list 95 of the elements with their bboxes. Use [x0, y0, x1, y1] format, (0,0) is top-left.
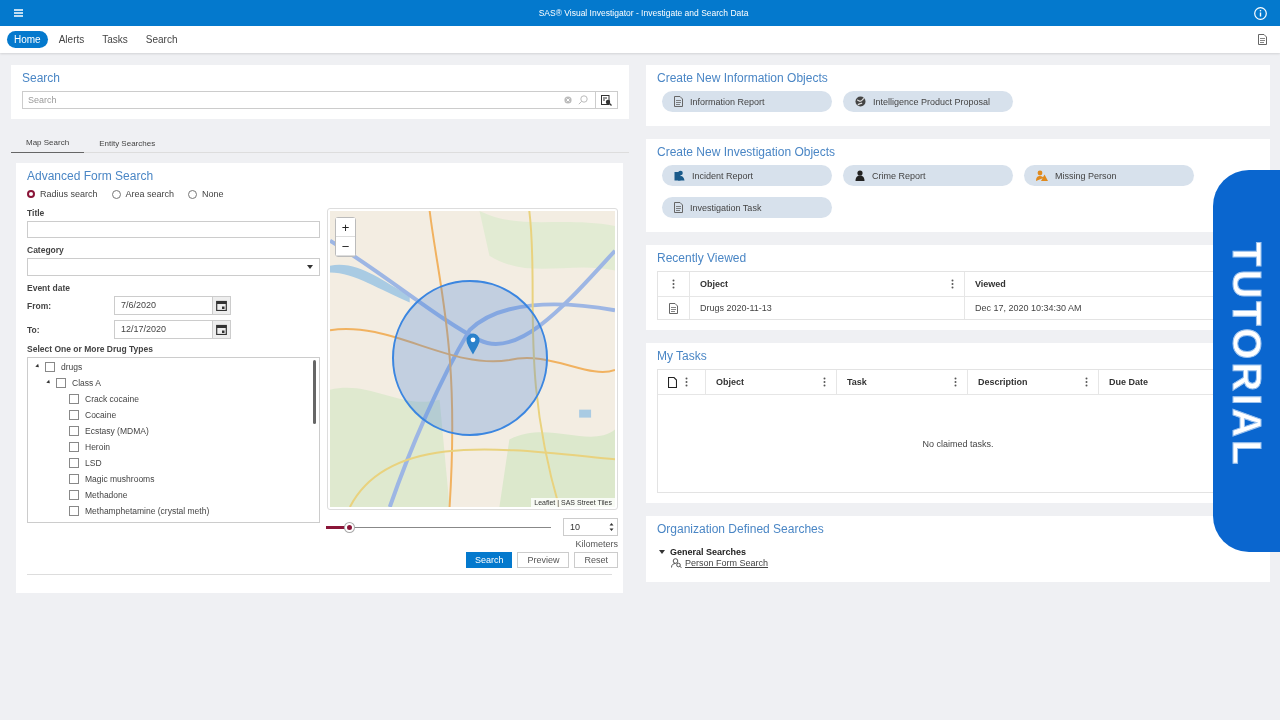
tree-item[interactable]: Cocaine: [85, 410, 117, 420]
incident-report-icon: [674, 170, 685, 181]
map-pin-icon[interactable]: [466, 333, 480, 355]
field-label: Select One or More Drug Types: [27, 344, 154, 354]
document-icon: [674, 202, 683, 213]
globe-icon: [855, 96, 866, 107]
column-header[interactable]: Due Date: [1109, 377, 1148, 387]
checkbox[interactable]: [56, 378, 66, 388]
checkbox[interactable]: [69, 474, 79, 484]
form-button[interactable]: Reset: [574, 552, 618, 568]
column-header[interactable]: Task: [847, 377, 867, 387]
menu-icon[interactable]: [14, 9, 23, 17]
create-object-button[interactable]: Intelligence Product Proposal: [843, 91, 1013, 112]
create-object-button[interactable]: Incident Report: [662, 165, 832, 186]
tree-item[interactable]: Methamphetamine (crystal meth): [85, 506, 210, 516]
document-icon: [668, 376, 677, 388]
checkbox[interactable]: [69, 426, 79, 436]
field-label: Title: [27, 208, 46, 218]
panel-title: Create New Information Objects: [657, 71, 829, 85]
tree-item[interactable]: drugs: [61, 362, 83, 372]
panel-title: Create New Investigation Objects: [657, 145, 837, 159]
panel-title: Organization Defined Searches: [657, 522, 825, 536]
info-icon[interactable]: [1254, 6, 1267, 20]
radius-field[interactable]: 10: [563, 518, 618, 536]
calendar-icon[interactable]: [216, 300, 227, 311]
column-header[interactable]: Object: [700, 279, 728, 289]
column-menu-icon[interactable]: [823, 377, 826, 387]
panel-title: Search: [22, 71, 62, 85]
document-icon: [1258, 34, 1267, 45]
tree-item[interactable]: Crack cocaine: [85, 394, 139, 404]
person-search-icon: [671, 558, 682, 568]
nav-tab[interactable]: Search: [138, 31, 185, 48]
checkbox[interactable]: [69, 490, 79, 500]
field-label: To:: [27, 324, 41, 335]
scrollbar[interactable]: [313, 360, 316, 424]
checkbox[interactable]: [45, 362, 55, 372]
zoom-in-button[interactable]: +: [336, 218, 355, 237]
search-tab[interactable]: Map Search: [11, 134, 85, 153]
missing-person-icon: [1036, 170, 1048, 181]
title-field[interactable]: [27, 221, 320, 238]
column-menu-icon[interactable]: [685, 377, 688, 387]
field-label: From:: [27, 300, 53, 311]
nav-tab[interactable]: Tasks: [95, 31, 135, 48]
column-header[interactable]: Viewed: [975, 279, 1006, 289]
column-menu-icon[interactable]: [954, 377, 957, 387]
panel-title: Recently Viewed: [657, 251, 748, 265]
form-button[interactable]: Preview: [517, 552, 570, 568]
search-link[interactable]: Person Form Search: [685, 558, 769, 568]
checkbox[interactable]: [69, 410, 79, 420]
nav-tab[interactable]: Home: [7, 31, 48, 48]
person-icon: [855, 170, 865, 181]
tree-item[interactable]: LSD: [85, 458, 102, 468]
empty-message: No claimed tasks.: [922, 438, 994, 449]
column-menu-icon[interactable]: [672, 279, 675, 289]
tree-item[interactable]: Ecstasy (MDMA): [85, 426, 149, 436]
radio-option[interactable]: Radius search: [27, 189, 98, 199]
panel-title: My Tasks: [657, 349, 708, 363]
table-cell: Dec 17, 2020 10:34:30 AM: [975, 303, 1082, 313]
spinner-icon[interactable]: [609, 522, 614, 532]
document-icon: [669, 302, 678, 314]
table-cell[interactable]: Drugs 2020-11-13: [700, 303, 772, 313]
date-field[interactable]: 7/6/2020: [114, 296, 231, 315]
form-button[interactable]: Search: [465, 552, 513, 568]
tree-item[interactable]: Methadone: [85, 490, 128, 500]
calendar-icon[interactable]: [216, 324, 227, 335]
advanced-search-icon[interactable]: [601, 94, 612, 106]
panel-title: Advanced Form Search: [27, 169, 155, 183]
radio-option[interactable]: None: [188, 189, 224, 199]
field-label: Event date: [27, 283, 71, 293]
date-field[interactable]: 12/17/2020: [114, 320, 231, 339]
create-object-button[interactable]: Investigation Task: [662, 197, 832, 218]
radio-option[interactable]: Area search: [111, 189, 175, 199]
advanced-search-button[interactable]: [596, 91, 618, 109]
column-header[interactable]: Description: [978, 377, 1028, 387]
tree-item[interactable]: Magic mushrooms: [85, 474, 155, 484]
group-label[interactable]: General Searches: [670, 547, 747, 557]
create-object-button[interactable]: Missing Person: [1024, 165, 1194, 186]
checkbox[interactable]: [69, 442, 79, 452]
column-header[interactable]: Object: [716, 377, 744, 387]
tree-item[interactable]: Heroin: [85, 442, 111, 452]
checkbox[interactable]: [69, 458, 79, 468]
tree-item[interactable]: Class A: [72, 378, 101, 388]
column-menu-icon[interactable]: [951, 279, 954, 289]
create-object-button[interactable]: Crime Report: [843, 165, 1013, 186]
tutorial-tab[interactable]: TUTORIAL: [1213, 170, 1280, 552]
search-tab[interactable]: Entity Searches: [84, 134, 171, 153]
nav-tab[interactable]: Alerts: [51, 31, 92, 48]
checkbox[interactable]: [69, 394, 79, 404]
unit-label: Kilometers: [575, 539, 618, 549]
field-label: Category: [27, 245, 65, 255]
document-icon: [674, 96, 683, 107]
create-object-button[interactable]: Information Report: [662, 91, 832, 112]
checkbox[interactable]: [69, 506, 79, 516]
app-title: SAS® Visual Investigator - Investigate and Search Data: [537, 8, 750, 18]
column-menu-icon[interactable]: [1085, 377, 1088, 387]
